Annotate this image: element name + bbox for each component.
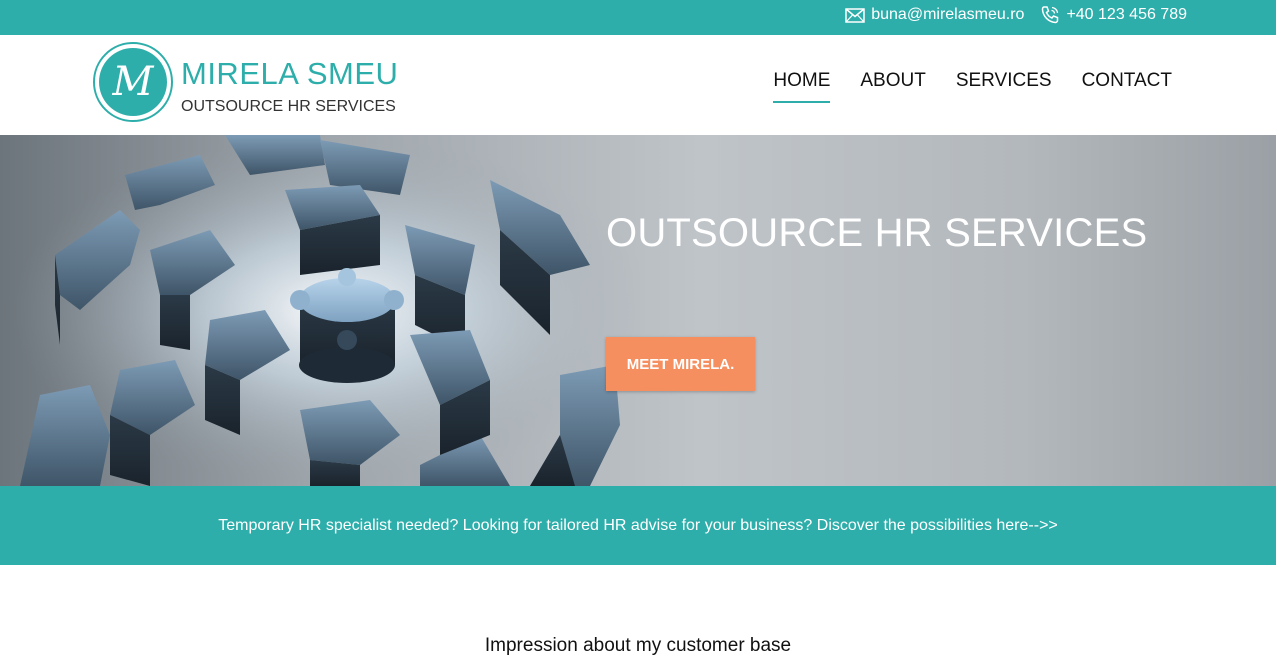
- phone-icon: [1040, 5, 1060, 25]
- logo-monogram-badge: M: [93, 42, 173, 122]
- email-link[interactable]: buna@mirelasmeu.ro: [845, 6, 1024, 24]
- logo-monogram: M: [99, 48, 167, 116]
- site-logo[interactable]: M MIRELA SMEU OUTSOURCE HR SERVICES: [93, 42, 413, 124]
- email-text: buna@mirelasmeu.ro: [871, 6, 1025, 23]
- nav-item-about[interactable]: ABOUT: [860, 69, 925, 103]
- main-nav: HOME ABOUT SERVICES CONTACT: [773, 69, 1172, 103]
- top-contact-bar: buna@mirelasmeu.ro +40 123 456 789: [0, 0, 1276, 35]
- meet-mirela-button[interactable]: MEET MIRELA.: [606, 337, 755, 391]
- nav-item-services[interactable]: SERVICES: [956, 69, 1052, 103]
- hero-puzzle-image: [0, 135, 640, 486]
- envelope-icon: [845, 7, 865, 23]
- phone-text: +40 123 456 789: [1066, 6, 1187, 23]
- logo-name: MIRELA SMEU: [181, 56, 399, 91]
- hero-banner: OUTSOURCE HR SERVICES MEET MIRELA.: [0, 135, 1276, 486]
- promo-banner-link[interactable]: Temporary HR specialist needed? Looking …: [218, 517, 1058, 535]
- customer-base-heading: Impression about my customer base: [484, 635, 792, 656]
- promo-banner: Temporary HR specialist needed? Looking …: [0, 486, 1276, 565]
- phone-link[interactable]: +40 123 456 789: [1040, 5, 1187, 25]
- logo-tagline: OUTSOURCE HR SERVICES: [181, 98, 396, 115]
- nav-item-home[interactable]: HOME: [773, 69, 831, 103]
- hero-title: OUTSOURCE HR SERVICES: [606, 211, 1148, 255]
- contact-info: buna@mirelasmeu.ro +40 123 456 789: [845, 0, 1187, 30]
- site-header: M MIRELA SMEU OUTSOURCE HR SERVICES HOME…: [0, 35, 1276, 135]
- nav-item-contact[interactable]: CONTACT: [1082, 69, 1172, 103]
